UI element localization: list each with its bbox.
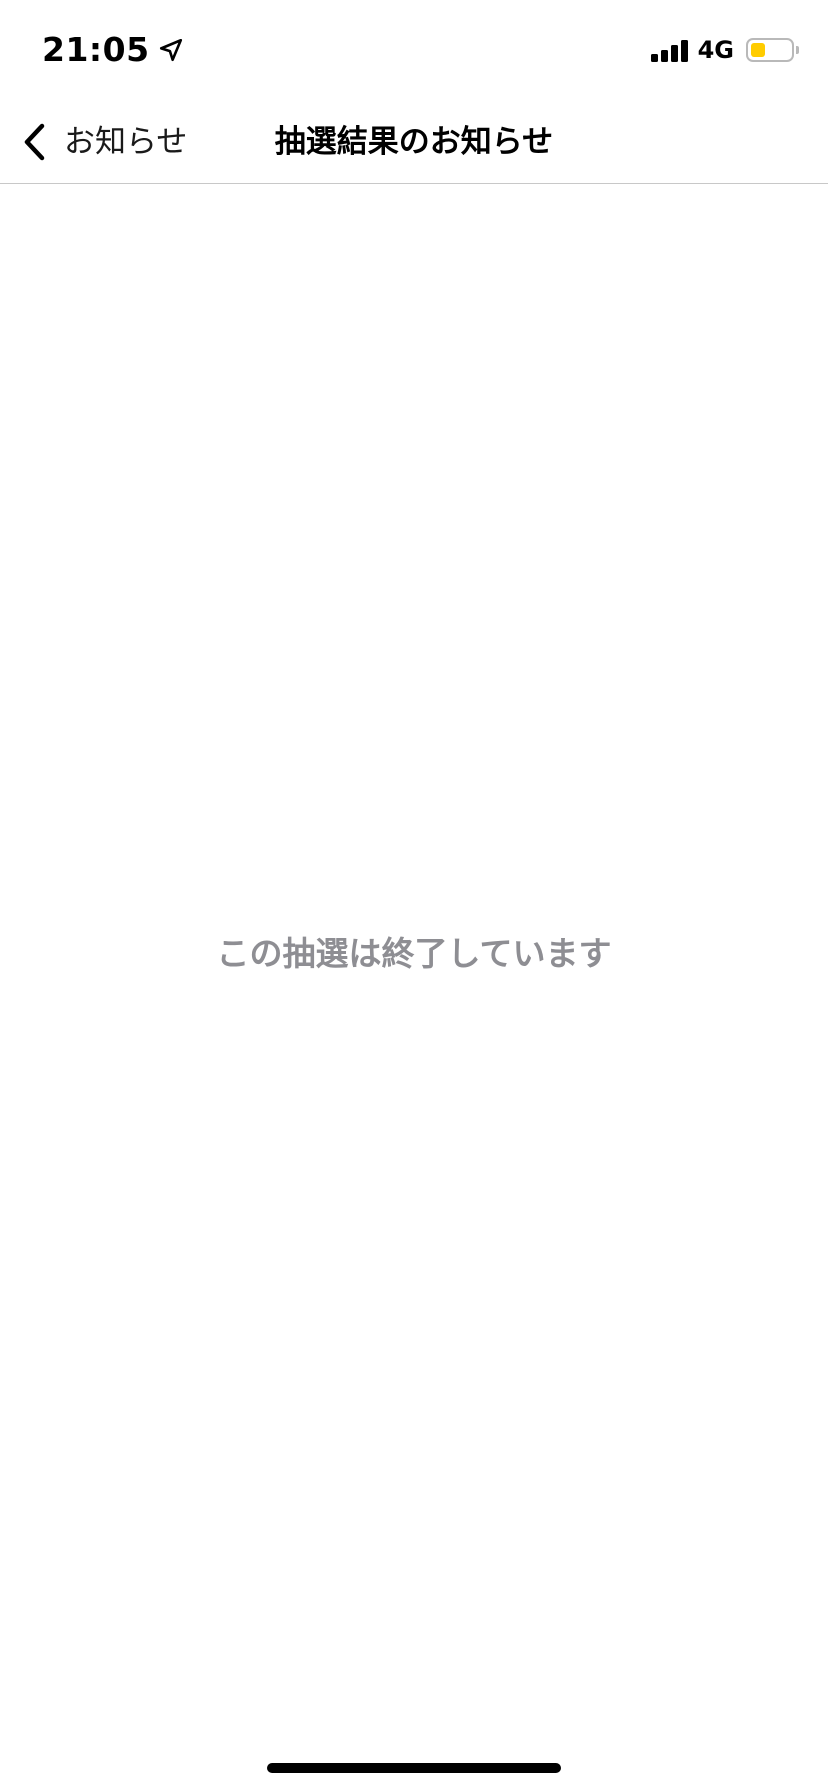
battery-fill [751, 43, 765, 57]
chevron-left-icon [22, 122, 50, 162]
location-arrow-icon [158, 35, 188, 65]
battery-cap [796, 46, 799, 54]
main-content: この抽選は終了しています [0, 184, 828, 1744]
status-time-group: 21:05 [42, 28, 188, 72]
network-type-label: 4G [697, 36, 734, 64]
status-indicators: 4G [650, 34, 799, 66]
back-button-label: お知らせ [64, 124, 188, 160]
home-indicator[interactable] [267, 1763, 561, 1773]
back-button[interactable]: お知らせ [22, 114, 187, 170]
navigation-bar: お知らせ 抽選結果のお知らせ [0, 100, 828, 184]
status-time: 21:05 [42, 30, 150, 69]
lottery-ended-message: この抽選は終了しています [216, 934, 612, 973]
status-bar: 21:05 4G [0, 0, 828, 100]
battery-low-icon [746, 38, 799, 62]
cellular-signal-icon [650, 38, 688, 62]
